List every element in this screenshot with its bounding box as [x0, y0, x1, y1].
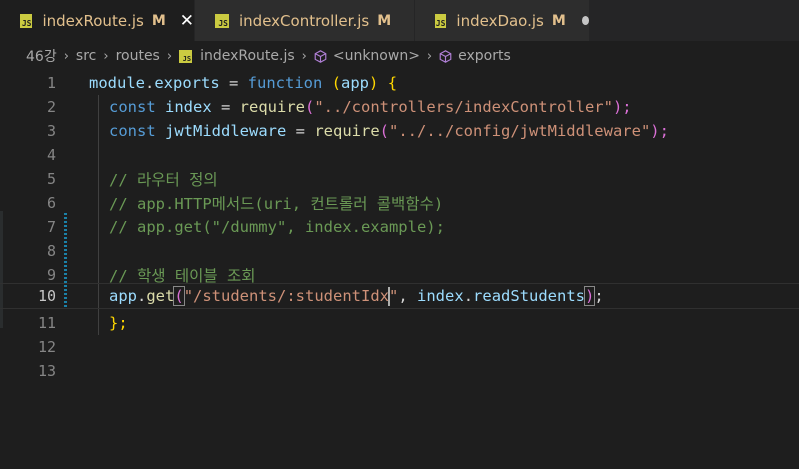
code-text: module.exports = function (app) {	[89, 74, 398, 92]
code-text: };	[109, 314, 128, 332]
chevron-right-icon: ›	[426, 48, 433, 64]
line-number: 12	[37, 338, 56, 356]
line-number: 5	[46, 170, 56, 188]
code-line[interactable]: 7 // app.get("/dummy", index.example);	[0, 215, 799, 239]
modified-indicator: M	[151, 12, 166, 29]
code-text: app.get("/students/:studentIdx", index.r…	[109, 285, 604, 306]
line-number: 9	[46, 266, 56, 284]
line-number: 1	[46, 74, 56, 92]
cube-icon	[314, 49, 327, 63]
chevron-right-icon: ›	[103, 48, 109, 64]
code-line[interactable]: 6 // app.HTTP메서드(uri, 컨트롤러 콜백함수)	[0, 191, 799, 215]
line-number: 7	[46, 218, 56, 236]
code-line[interactable]: 5 // 라우터 정의	[0, 167, 799, 191]
code-line[interactable]: 1 module.exports = function (app) {	[0, 71, 799, 95]
modified-indicator: M	[551, 12, 566, 29]
breadcrumb-item-src[interactable]: src	[76, 48, 96, 64]
line-number: 10	[37, 287, 56, 305]
js-file-icon: JS	[215, 13, 229, 28]
breadcrumb-item-file[interactable]: indexRoute.js	[200, 48, 295, 64]
tab-label: indexDao.js	[456, 11, 544, 30]
chevron-right-icon: ›	[63, 48, 69, 64]
js-file-icon: JS	[179, 49, 193, 63]
breadcrumb-item-exports[interactable]: exports	[458, 48, 511, 64]
tab-indexroute[interactable]: JS indexRoute.js M ✕	[0, 0, 195, 41]
line-number: 3	[46, 122, 56, 140]
code-line[interactable]: 2 const index = require("../controllers/…	[0, 95, 799, 119]
breadcrumb-item-unknown[interactable]: <unknown>	[333, 48, 420, 64]
code-line[interactable]: 8	[0, 239, 799, 263]
code-line[interactable]: 12	[0, 335, 799, 359]
code-text: const jwtMiddleware = require("../../con…	[109, 122, 669, 140]
code-line[interactable]: 11 };	[0, 311, 799, 335]
code-editor[interactable]: 1 module.exports = function (app) { 2 co…	[0, 71, 799, 469]
code-line-current[interactable]: 10 app.get("/students/:studentIdx", inde…	[0, 283, 799, 309]
code-line[interactable]: 3 const jwtMiddleware = require("../../c…	[0, 119, 799, 143]
breadcrumb-item-routes[interactable]: routes	[116, 48, 160, 64]
code-line[interactable]: 13	[0, 359, 799, 383]
breadcrumb-item-folder[interactable]: 46강	[26, 46, 57, 66]
editor-tab-bar: JS indexRoute.js M ✕ JS indexController.…	[0, 0, 799, 41]
line-number: 8	[46, 242, 56, 260]
tab-indexdao[interactable]: JS indexDao.js M	[415, 0, 590, 41]
chevron-right-icon: ›	[166, 48, 173, 64]
line-number: 6	[46, 194, 56, 212]
breadcrumb: 46강 › src › routes › JS indexRoute.js › …	[0, 41, 799, 71]
code-comment: // app.get("/dummy", index.example);	[109, 218, 445, 236]
tab-label: indexController.js	[239, 11, 370, 30]
unsaved-dot-icon[interactable]	[581, 16, 589, 25]
chevron-right-icon: ›	[301, 48, 307, 64]
cube-icon	[439, 49, 452, 63]
js-file-icon: JS	[20, 13, 33, 28]
close-icon[interactable]: ✕	[180, 11, 194, 31]
code-comment: // 라우터 정의	[109, 171, 218, 189]
line-number: 4	[46, 146, 56, 164]
js-file-icon: JS	[435, 13, 447, 28]
tab-label: indexRoute.js	[42, 11, 144, 30]
line-number: 11	[37, 314, 56, 332]
code-comment: // app.HTTP메서드(uri, 컨트롤러 콜백함수)	[109, 195, 444, 213]
modified-indicator: M	[377, 12, 392, 29]
line-number: 2	[46, 98, 56, 116]
tab-indexcontroller[interactable]: JS indexController.js M	[195, 0, 415, 41]
code-line[interactable]: 4	[0, 143, 799, 167]
code-text: const index = require("../controllers/in…	[109, 98, 632, 116]
line-number: 13	[37, 362, 56, 380]
